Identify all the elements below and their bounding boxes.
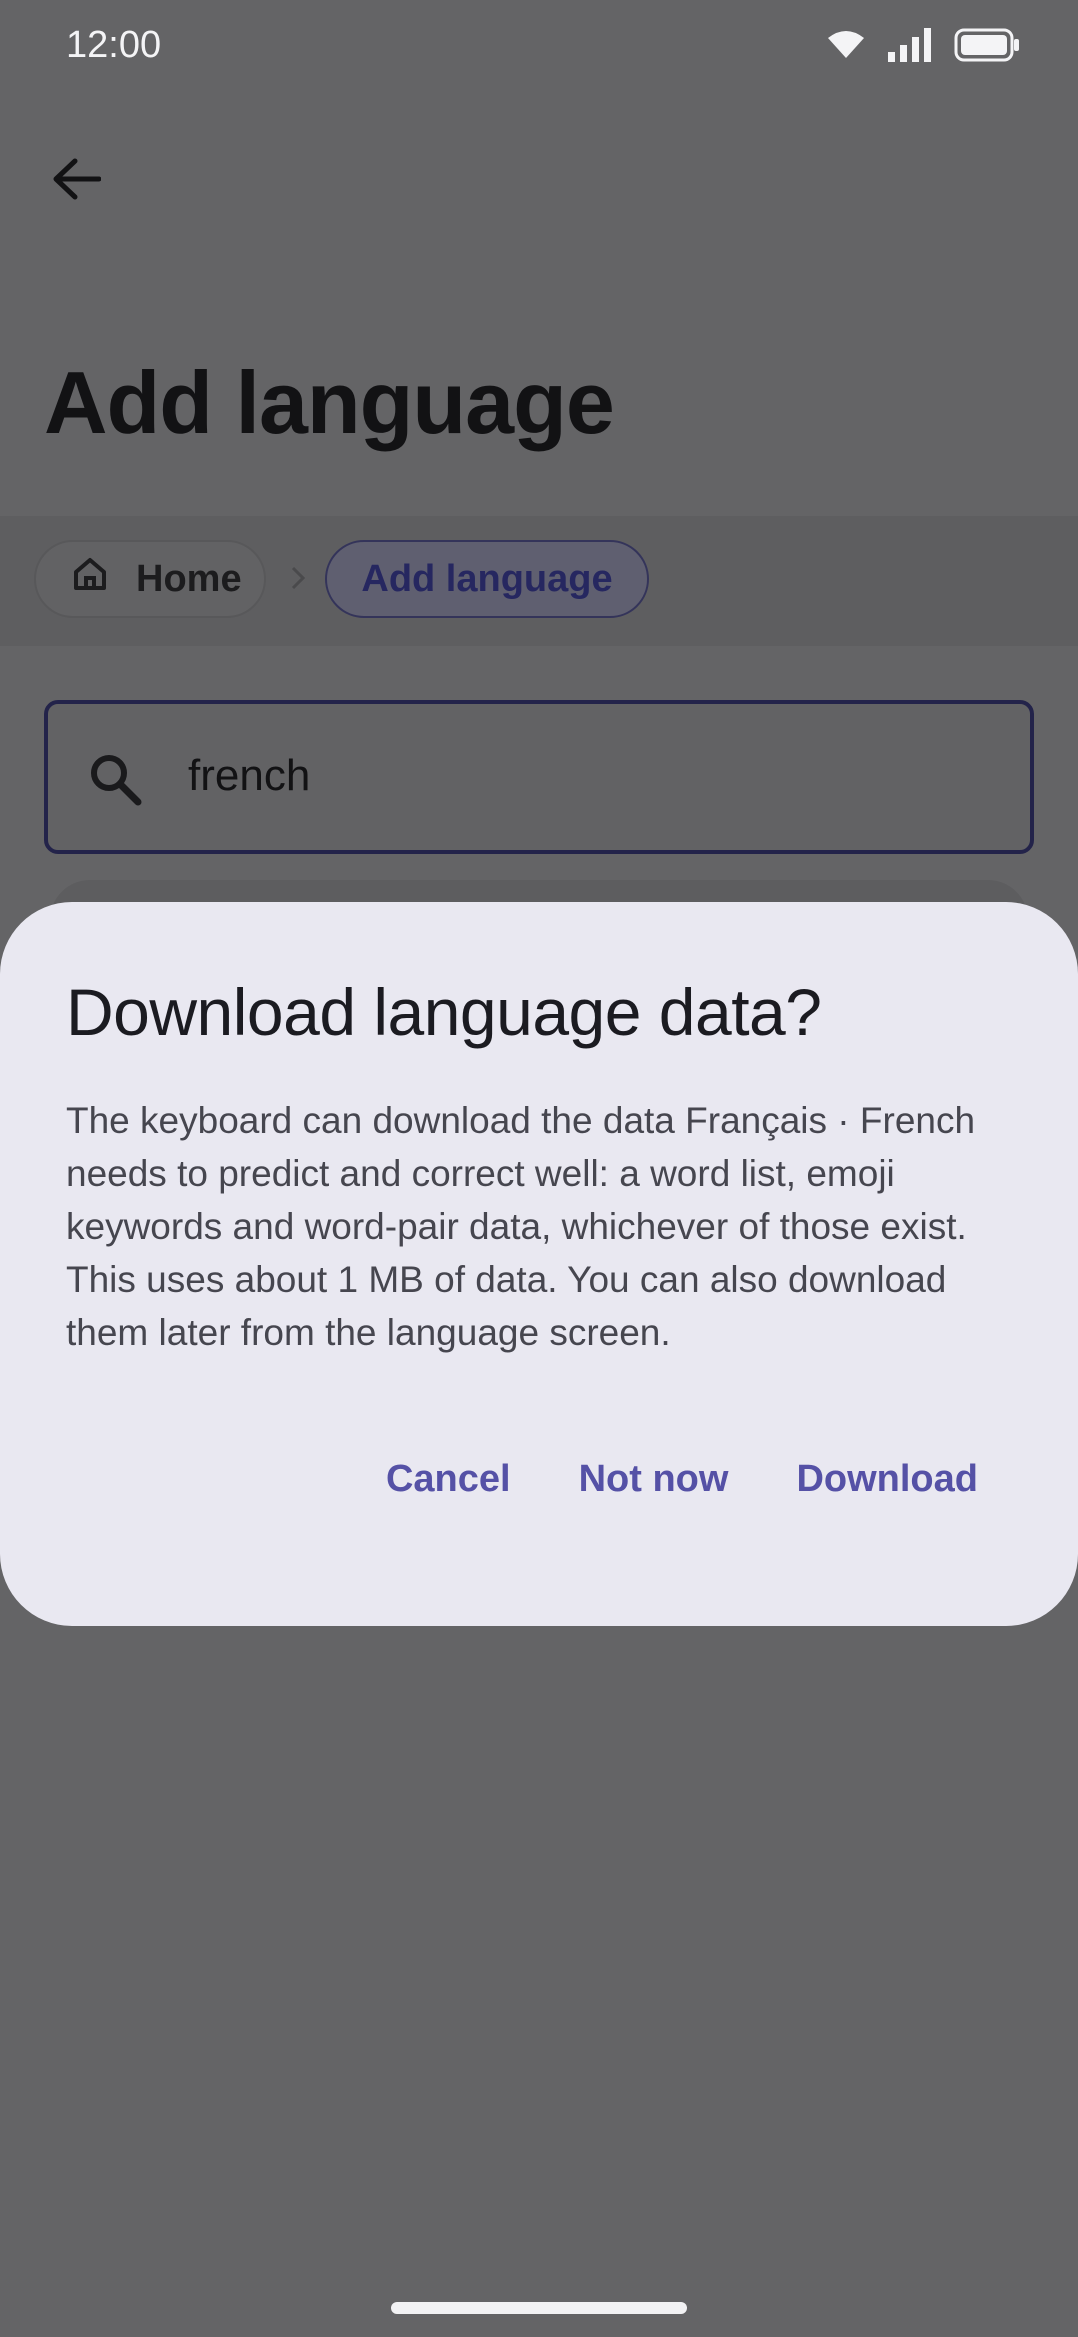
breadcrumb-home[interactable]: Home (34, 540, 266, 618)
status-time: 12:00 (66, 24, 162, 66)
dialog-title: Download language data? (66, 975, 822, 1049)
battery-icon (954, 28, 1020, 67)
chevron-right-icon (284, 562, 312, 594)
page-title: Add language (44, 353, 615, 452)
arrow-left-icon (51, 157, 102, 206)
signal-icon (888, 28, 932, 67)
not-now-button[interactable]: Not now (579, 1458, 729, 1501)
wifi-icon (826, 30, 866, 65)
status-icons (826, 28, 1020, 67)
breadcrumb-current[interactable]: Add language (325, 540, 649, 618)
search-input[interactable] (188, 744, 988, 808)
download-dialog: Download language data? The keyboard can… (0, 902, 1078, 1626)
status-bar: 12:00 (0, 0, 1078, 96)
back-button[interactable] (40, 145, 112, 217)
breadcrumb-home-label: Home (136, 557, 242, 600)
gesture-navigation-handle[interactable] (391, 2302, 687, 2314)
home-icon (72, 557, 108, 601)
dialog-actions: Cancel Not now Download (386, 1458, 978, 1501)
download-button[interactable]: Download (796, 1458, 978, 1501)
dialog-message: The keyboard can download the data Franç… (66, 1100, 976, 1353)
cancel-button[interactable]: Cancel (386, 1458, 511, 1501)
search-field[interactable] (44, 700, 1034, 854)
search-icon (88, 752, 142, 811)
